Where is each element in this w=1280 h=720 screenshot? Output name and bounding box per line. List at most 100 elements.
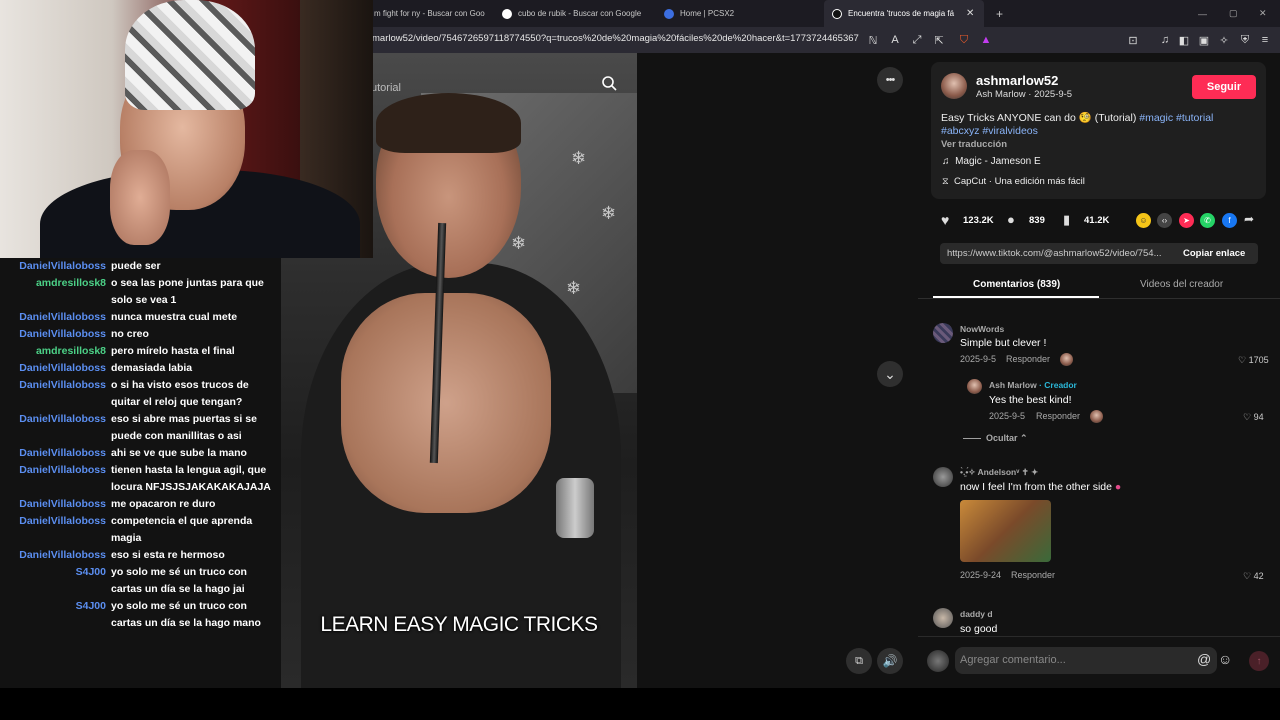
screenshot-icon[interactable]: ⊡: [1125, 32, 1141, 48]
comments-count: 839: [1029, 215, 1045, 226]
chat-username[interactable]: S4J00: [76, 564, 106, 581]
bookmark-icon[interactable]: ▮: [1063, 212, 1070, 228]
search-icon[interactable]: [592, 70, 626, 96]
reply-button[interactable]: Responder: [1036, 411, 1080, 421]
url-field[interactable]: marlow52/video/7546726597118774550?q=tru…: [372, 33, 859, 44]
reply-button[interactable]: Responder: [1011, 570, 1055, 580]
volume-icon[interactable]: 🔊: [877, 648, 903, 674]
comment-date: 2025-9-24: [960, 570, 1002, 580]
hide-replies-button[interactable]: —— Ocultar ⌃: [963, 433, 1028, 444]
reply-button[interactable]: Responder: [1006, 354, 1050, 364]
reply-user[interactable]: Ash Marlow · Creador: [989, 380, 1077, 390]
comment-user[interactable]: •̀.̫•́✧ Andelsonᵛ ✝︎ ✦: [960, 467, 1038, 478]
chat-message: eso si abre mas puertas si se puede con …: [111, 413, 257, 442]
new-tab-button[interactable]: +: [988, 0, 1008, 27]
wrist-watch: [556, 478, 594, 538]
more-options-icon[interactable]: •••: [877, 67, 903, 93]
chat-message: yo solo me sé un truco con cartas un día…: [111, 600, 261, 629]
chat-username[interactable]: DanielVillaloboss: [19, 411, 106, 428]
leo-icon[interactable]: ✧: [1216, 32, 1232, 48]
chat-username[interactable]: DanielVillaloboss: [19, 377, 106, 394]
chat-username[interactable]: DanielVillaloboss: [19, 547, 106, 564]
creator-avatar[interactable]: [941, 73, 967, 99]
capcut-info[interactable]: ⧖ CapCut · Una edición más fácil: [942, 176, 1085, 187]
browser-tab[interactable]: Home | PCSX2: [656, 0, 816, 27]
browser-tab-active[interactable]: Encuentra 'trucos de magia fá ✕: [824, 0, 984, 27]
person-hair: [376, 93, 521, 153]
sidebar-icon[interactable]: ◧: [1176, 32, 1192, 48]
comment-likes[interactable]: ♡ 42: [1243, 571, 1264, 582]
translate-link[interactable]: Ver traducción: [941, 139, 1007, 150]
reply-likes[interactable]: ♡ 94: [1243, 412, 1264, 423]
search-text[interactable]: utorial: [371, 82, 401, 94]
chat-username[interactable]: DanielVillaloboss: [19, 258, 106, 275]
chat-username[interactable]: DanielVillaloboss: [19, 445, 106, 462]
chat-username[interactable]: DanielVillaloboss: [19, 326, 106, 343]
caption-hashtags-2[interactable]: #abcxyz #viralvideos: [941, 125, 1038, 137]
chat-username[interactable]: amdresillosk8: [36, 275, 106, 292]
commenter-avatar[interactable]: [933, 608, 953, 628]
next-video-icon[interactable]: ⌄: [877, 361, 903, 387]
tab-comments[interactable]: Comentarios (839): [973, 279, 1060, 290]
music-info[interactable]: ♫ Magic - Jameson E: [942, 156, 1041, 167]
comment-icon[interactable]: ●: [1007, 212, 1015, 227]
chat-message: pero mírelo hasta el final: [111, 345, 235, 357]
facebook-icon[interactable]: f: [1222, 213, 1237, 228]
tiktok-icon: [832, 8, 842, 19]
chat-username[interactable]: DanielVillaloboss: [19, 360, 106, 377]
commenter-avatar[interactable]: [933, 323, 953, 343]
follow-button[interactable]: Seguir: [1192, 75, 1256, 99]
close-window-icon[interactable]: ✕: [1259, 0, 1267, 27]
chat-line: DanielVillaloboss eso si abre mas puertas…: [0, 411, 281, 445]
share-arrow-icon[interactable]: ➦: [1244, 212, 1254, 226]
commenter-avatar[interactable]: [933, 467, 953, 487]
reply-avatar[interactable]: [967, 379, 982, 394]
browser-tab[interactable]: cubo de rubik - Buscar con Google: [494, 0, 654, 27]
creator-username[interactable]: ashmarlow52: [976, 73, 1058, 88]
translate-icon[interactable]: A: [887, 32, 903, 48]
comment-gif[interactable]: [960, 500, 1051, 562]
stream-chat: DanielVillaloboss puede ser amdresillosk8 o…: [0, 258, 281, 688]
chat-line: S4J00 yo solo me sé un truco con cartas u…: [0, 598, 281, 632]
send-icon[interactable]: ➤: [1179, 213, 1194, 228]
chat-username[interactable]: DanielVillaloboss: [19, 462, 106, 479]
wallet-icon[interactable]: ▣: [1196, 32, 1212, 48]
repost-icon[interactable]: ☺: [1136, 213, 1151, 228]
menu-icon[interactable]: ≡: [1257, 32, 1273, 48]
whatsapp-icon[interactable]: ✆: [1200, 213, 1215, 228]
heart-icon[interactable]: ♥: [941, 212, 949, 228]
brave-shield-icon[interactable]: ⛉: [956, 32, 972, 48]
close-icon[interactable]: ✕: [966, 8, 974, 19]
comment-text: Simple but clever !: [960, 337, 1047, 349]
comment-text: now I feel I'm from the other side ●: [960, 481, 1121, 493]
mention-icon[interactable]: @: [1197, 651, 1211, 667]
comment-user[interactable]: daddy d: [960, 609, 993, 619]
copy-link-button[interactable]: Copiar enlace: [1183, 248, 1245, 259]
chat-username[interactable]: DanielVillaloboss: [19, 309, 106, 326]
caption-hashtags[interactable]: #magic #tutorial: [1139, 112, 1213, 124]
share-icon[interactable]: ⇱: [931, 32, 947, 48]
chat-username[interactable]: S4J00: [76, 598, 106, 615]
music-label: Magic - Jameson E: [955, 156, 1041, 167]
embed-icon[interactable]: ‹›: [1157, 213, 1172, 228]
browser-tab[interactable]: m fight for ny - Buscar con Goo: [366, 0, 492, 27]
chat-line: DanielVillaloboss demasiada labia: [0, 360, 281, 377]
reader-icon[interactable]: ℕ: [865, 32, 881, 48]
vpn-icon[interactable]: ⛨: [1237, 32, 1253, 48]
tab-creator-videos[interactable]: Videos del creador: [1140, 279, 1223, 290]
comment-likes[interactable]: ♡ 1705: [1238, 355, 1269, 366]
comment-user[interactable]: NowWords: [960, 324, 1004, 334]
music-icon[interactable]: ♫: [1157, 32, 1173, 48]
minimize-icon[interactable]: —: [1198, 0, 1207, 27]
rewards-icon[interactable]: ▲: [978, 32, 994, 48]
zoom-icon[interactable]: ⤢: [909, 32, 925, 48]
music-note-icon: ♫: [942, 156, 950, 167]
floating-player-icon[interactable]: ⧉: [846, 648, 872, 674]
chat-username[interactable]: DanielVillaloboss: [19, 496, 106, 513]
chat-username[interactable]: DanielVillaloboss: [19, 513, 106, 530]
emoji-picker-icon[interactable]: ☺: [1218, 651, 1232, 667]
send-comment-icon[interactable]: ↑: [1249, 651, 1269, 671]
chat-username[interactable]: amdresillosk8: [36, 343, 106, 360]
comment-text-body: now I feel I'm from the other side: [960, 481, 1112, 493]
maximize-icon[interactable]: ▢: [1229, 0, 1238, 27]
